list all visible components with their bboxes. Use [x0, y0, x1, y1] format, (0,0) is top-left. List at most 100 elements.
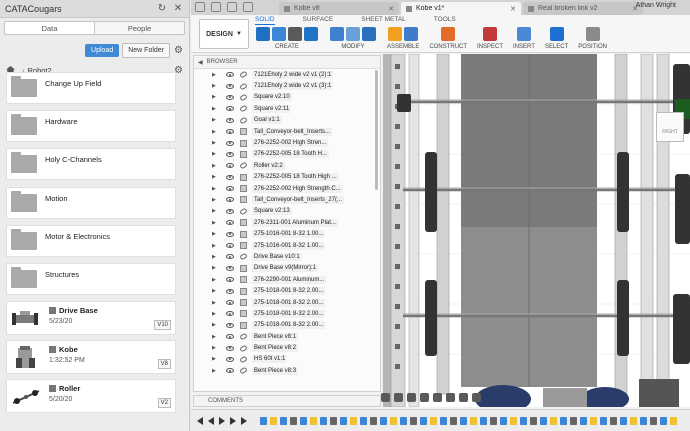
expand-arrow-icon[interactable]: ▶	[212, 265, 218, 271]
fit-icon[interactable]	[433, 392, 442, 402]
expand-arrow-icon[interactable]: ▶	[212, 243, 218, 249]
visibility-eye-icon[interactable]	[226, 72, 234, 78]
visibility-eye-icon[interactable]	[226, 288, 234, 294]
browser-item[interactable]: ▶ 275-1018-001 8-32 2.00...	[194, 308, 380, 319]
browser-item[interactable]: ▶ 276-2290-001 Aluminum...	[194, 274, 380, 285]
expand-arrow-icon[interactable]: ▶	[212, 140, 218, 146]
visibility-eye-icon[interactable]	[226, 300, 234, 305]
expand-arrow-icon[interactable]: ▶	[212, 186, 218, 192]
tool-modify-icon[interactable]	[362, 26, 376, 41]
document-tab[interactable]: Real broken link v2 ✕	[523, 2, 643, 15]
tab-surface[interactable]: SURFACE	[303, 16, 334, 25]
expand-arrow-icon[interactable]: ▶	[212, 288, 218, 294]
browser-item[interactable]: ▶ Square v2:13	[194, 206, 380, 217]
browser-item[interactable]: ▶ 275-1016-001 8-32 1.00...	[194, 240, 380, 251]
visibility-eye-icon[interactable]	[226, 197, 234, 203]
expand-arrow-icon[interactable]: ▶	[212, 322, 218, 328]
tool-position-icon[interactable]	[585, 26, 600, 41]
file-icon[interactable]	[211, 2, 221, 12]
expand-arrow-icon[interactable]: ▶	[212, 117, 218, 123]
expand-arrow-icon[interactable]: ▶	[212, 151, 218, 157]
pan-icon[interactable]	[407, 392, 416, 402]
undo-icon[interactable]	[243, 2, 253, 12]
visibility-eye-icon[interactable]	[226, 106, 234, 112]
browser-item[interactable]: ▶ Drive Base v9(Mirror):1	[194, 263, 380, 274]
visibility-eye-icon[interactable]	[226, 277, 234, 283]
timeline-feature-icon[interactable]	[330, 416, 337, 425]
expand-arrow-icon[interactable]: ▶	[212, 83, 218, 89]
zoom-icon[interactable]	[420, 392, 429, 402]
browser-item[interactable]: ▶ Bent Piece v8:1	[194, 331, 380, 342]
visibility-eye-icon[interactable]	[226, 208, 234, 214]
timeline-feature-icon[interactable]	[670, 416, 677, 425]
display-settings-icon[interactable]	[446, 392, 455, 402]
tab-people[interactable]: People	[95, 22, 184, 34]
expand-arrow-icon[interactable]: ▶	[212, 277, 218, 283]
version-badge[interactable]: V8	[157, 359, 171, 369]
timeline-feature-icon[interactable]	[360, 416, 367, 425]
timeline-feature-icon[interactable]	[370, 416, 377, 425]
tool-group-label[interactable]: ASSEMBLE	[387, 44, 419, 50]
timeline-feature-icon[interactable]	[620, 416, 627, 425]
expand-arrow-icon[interactable]: ▶	[212, 106, 218, 112]
expand-arrow-icon[interactable]: ▶	[212, 72, 218, 78]
grid-icon[interactable]	[195, 2, 205, 12]
visibility-eye-icon[interactable]	[226, 243, 234, 249]
close-tab-icon[interactable]: ✕	[388, 5, 394, 13]
step-forward-icon[interactable]	[230, 416, 236, 425]
expand-arrow-icon[interactable]: ▶	[212, 174, 218, 180]
tool-group-label[interactable]: INSERT	[513, 44, 535, 50]
tool-insert-icon[interactable]	[517, 26, 531, 41]
timeline-feature-icon[interactable]	[430, 416, 437, 425]
tool-modify-icon[interactable]	[346, 26, 360, 41]
tool-create-icon[interactable]	[272, 26, 286, 41]
timeline-feature-icon[interactable]	[490, 416, 497, 425]
timeline-feature-icon[interactable]	[660, 416, 667, 425]
expand-arrow-icon[interactable]: ▶	[212, 197, 218, 203]
folder-item[interactable]: Motor & Electronics	[6, 225, 176, 257]
go-to-end-icon[interactable]	[241, 416, 247, 425]
timeline-feature-icon[interactable]	[520, 416, 527, 425]
look-at-icon[interactable]	[394, 392, 403, 402]
browser-item[interactable]: ▶ Drive Base v10:1	[194, 251, 380, 262]
timeline-feature-icon[interactable]	[550, 416, 557, 425]
timeline-feature-icon[interactable]	[570, 416, 577, 425]
version-badge[interactable]: V2	[157, 398, 171, 408]
tool-assemble-icon[interactable]	[388, 26, 403, 41]
expand-arrow-icon[interactable]: ▶	[212, 254, 218, 260]
visibility-eye-icon[interactable]	[226, 220, 234, 226]
browser-item[interactable]: ▶ 276-2311-001 Aluminum Plat...	[194, 217, 380, 228]
folder-item[interactable]: Change Up Field	[6, 72, 176, 104]
timeline-feature-icon[interactable]	[610, 416, 617, 425]
visibility-eye-icon[interactable]	[226, 334, 234, 340]
visibility-eye-icon[interactable]	[226, 265, 234, 271]
user-name[interactable]: Athan Wright	[636, 2, 676, 9]
tool-group-label[interactable]: POSITION	[578, 44, 607, 50]
visibility-eye-icon[interactable]	[226, 356, 234, 362]
collapse-triangle-icon[interactable]: ◀	[198, 59, 203, 66]
viewcube[interactable]: RIGHT	[656, 112, 684, 142]
expand-arrow-icon[interactable]: ▶	[212, 208, 218, 214]
timeline-feature-icon[interactable]	[470, 416, 477, 425]
design-item-kobe[interactable]: Kobe 1:32:52 PM V8	[6, 340, 176, 374]
new-folder-button[interactable]: New Folder	[122, 42, 171, 58]
browser-item[interactable]: ▶ 276-2252-005 18 Tooth H...	[194, 149, 380, 160]
visibility-eye-icon[interactable]	[226, 368, 234, 374]
timeline-feature-icon[interactable]	[480, 416, 487, 425]
expand-arrow-icon[interactable]: ▶	[212, 94, 218, 100]
tool-construct-icon[interactable]	[441, 26, 456, 41]
visibility-eye-icon[interactable]	[226, 129, 234, 135]
timeline-feature-icon[interactable]	[510, 416, 517, 425]
tool-create-icon[interactable]	[256, 26, 270, 41]
timeline-feature-icon[interactable]	[530, 416, 537, 425]
browser-item[interactable]: ▶ Square v2:10	[194, 92, 380, 103]
upload-button[interactable]: Upload	[85, 43, 120, 57]
browser-item[interactable]: ▶ 275-1018-001 8-32 2.00...	[194, 320, 380, 331]
timeline-feature-icon[interactable]	[280, 416, 287, 425]
timeline-feature-icon[interactable]	[500, 416, 507, 425]
visibility-eye-icon[interactable]	[226, 163, 234, 169]
browser-item[interactable]: ▶ HS 60t v1:1	[194, 354, 380, 365]
browser-item[interactable]: ▶ Square v2:11	[194, 103, 380, 114]
play-icon[interactable]	[219, 416, 225, 425]
tool-inspect-icon[interactable]	[483, 26, 498, 41]
